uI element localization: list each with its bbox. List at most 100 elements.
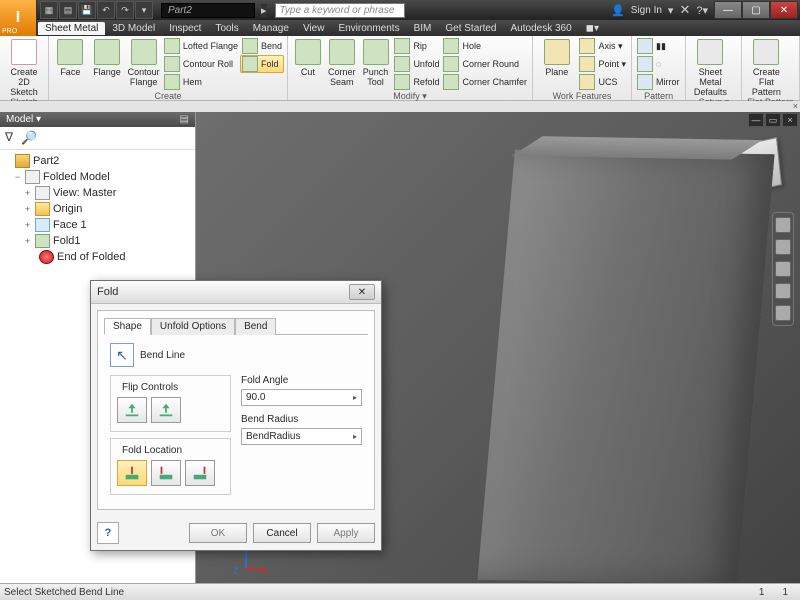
fold-angle-input[interactable]: 90.0▸ [241,389,362,406]
tree-root[interactable]: Part2 [3,153,192,169]
filter-icon[interactable]: ∇ [5,130,13,146]
tab-inspect[interactable]: Inspect [162,22,208,35]
fold-angle-label: Fold Angle [241,375,362,386]
dialog-tab-unfold-options[interactable]: Unfold Options [151,318,235,335]
document-title: Part2 [161,3,255,18]
rect-pattern-button[interactable]: ▮▮ [635,37,682,55]
qat-new-icon[interactable]: ▦ [40,1,58,19]
minimize-button[interactable]: — [714,1,742,19]
dialog-help-button[interactable]: ? [97,522,119,544]
lofted-flange-button[interactable]: Lofted Flange [162,37,240,55]
flip-direction-button[interactable] [151,397,181,423]
contour-roll-button[interactable]: Contour Roll [162,55,240,73]
sheet-metal-defaults-button[interactable]: Sheet Metal Defaults [689,37,731,97]
fold-loc-start-button[interactable] [151,460,181,486]
tree-view-master[interactable]: +View: Master [3,185,192,201]
tree-end-of-folded[interactable]: End of Folded [3,249,192,265]
vp-minimize-icon[interactable]: — [748,113,764,127]
qat-open-icon[interactable]: ▤ [59,1,77,19]
tree-folded-model[interactable]: −Folded Model [3,169,192,185]
contour-flange-button[interactable]: Contour Flange [125,37,162,87]
dialog-titlebar[interactable]: Fold ✕ [91,281,381,304]
bend-line-selector-icon[interactable]: ↖ [110,343,134,367]
corner-seam-button[interactable]: Corner Seam [325,37,359,87]
bend-radius-label: Bend Radius [241,414,362,425]
vp-restore-icon[interactable]: ▭ [765,113,781,127]
bend-radius-input[interactable]: BendRadius▸ [241,428,362,445]
toolstrip-close-icon[interactable]: × [793,101,798,111]
tree-fold1[interactable]: +Fold1 [3,233,192,249]
hole-button[interactable]: Hole [441,37,529,55]
signin-icon[interactable]: 👤 [611,4,625,17]
nav-lookat-icon[interactable] [775,305,791,321]
bend-button[interactable]: Bend [240,37,284,55]
mirror-button[interactable]: Mirror [635,73,682,91]
tab-bim[interactable]: BIM [407,22,439,35]
browser-header[interactable]: Model ▾▤ [0,112,195,127]
flange-button[interactable]: Flange [89,37,126,77]
fold-loc-end-button[interactable] [185,460,215,486]
tab-environments[interactable]: Environments [331,22,406,35]
tree-origin[interactable]: +Origin [3,201,192,217]
nav-pan-icon[interactable] [775,239,791,255]
qat-undo-icon[interactable]: ↶ [97,1,115,19]
ucs-button[interactable]: UCS [577,73,628,91]
ok-button[interactable]: OK [189,523,247,543]
tab-manage[interactable]: Manage [246,22,296,35]
tab-get-started[interactable]: Get Started [438,22,503,35]
create-flat-pattern-button[interactable]: Create Flat Pattern [745,37,787,97]
dropdown-arrow-icon[interactable]: ▸ [353,432,357,441]
maximize-button[interactable]: ▢ [742,1,770,19]
title-bar: ▦ ▤ 💾 ↶ ↷ ▾ Part2 ▸ Type a keyword or ph… [0,0,800,20]
fold-button[interactable]: Fold [240,55,284,73]
corner-chamfer-button[interactable]: Corner Chamfer [441,73,529,91]
tab-3d-model[interactable]: 3D Model [105,22,162,35]
nav-zoom-icon[interactable] [775,261,791,277]
tab-extras-icon[interactable]: ◼▾ [579,22,606,35]
plane-button[interactable]: Plane [536,37,577,77]
cut-button[interactable]: Cut [291,37,325,77]
dialog-tab-shape[interactable]: Shape [104,318,151,335]
doc-dropdown-icon[interactable]: ▸ [261,4,267,17]
close-button[interactable]: ✕ [770,1,798,19]
signin-dropdown-icon[interactable]: ▾ [668,4,674,17]
tab-view[interactable]: View [296,22,332,35]
unfold-button[interactable]: Unfold [392,55,441,73]
corner-round-button[interactable]: Corner Round [441,55,529,73]
help-icon[interactable]: ?▾ [696,4,708,17]
axis-button[interactable]: Axis ▾ [577,37,628,55]
tab-tools[interactable]: Tools [208,22,245,35]
fold-loc-centerline-button[interactable] [117,460,147,486]
nav-wheel-icon[interactable] [775,217,791,233]
vp-close-icon[interactable]: × [782,113,798,127]
dialog-tab-bend[interactable]: Bend [235,318,276,335]
hem-button[interactable]: Hem [162,73,240,91]
exchange-icon[interactable]: ✕ [679,2,690,18]
dropdown-arrow-icon[interactable]: ▸ [353,393,357,402]
axis-z-label: Z [233,566,239,576]
cancel-button[interactable]: Cancel [253,523,311,543]
qat-more-icon[interactable]: ▾ [135,1,153,19]
punch-tool-button[interactable]: Punch Tool [359,37,393,87]
apply-button[interactable]: Apply [317,523,375,543]
search-input[interactable]: Type a keyword or phrase [275,3,405,18]
create-2d-sketch-button[interactable]: Create 2D Sketch [3,37,45,97]
signin-link[interactable]: Sign In [631,5,662,16]
tree-face1[interactable]: +Face 1 [3,217,192,233]
circ-pattern-button[interactable]: ◌ [635,55,682,73]
refold-button[interactable]: Refold [392,73,441,91]
nav-orbit-icon[interactable] [775,283,791,299]
face-button[interactable]: Face [52,37,89,77]
tab-autodesk-360[interactable]: Autodesk 360 [504,22,579,35]
rip-button[interactable]: Rip [392,37,441,55]
dialog-close-icon[interactable]: ✕ [349,284,375,300]
qat-redo-icon[interactable]: ↷ [116,1,134,19]
flip-side-button[interactable] [117,397,147,423]
part-geometry[interactable] [477,150,774,584]
tab-sheet-metal[interactable]: Sheet Metal [38,22,105,35]
qat-save-icon[interactable]: 💾 [78,1,96,19]
bend-line-label: Bend Line [140,350,185,361]
app-menu-button[interactable]: IPRO [0,0,37,36]
find-icon[interactable]: 🔎 [21,130,37,146]
point-button[interactable]: Point ▾ [577,55,628,73]
